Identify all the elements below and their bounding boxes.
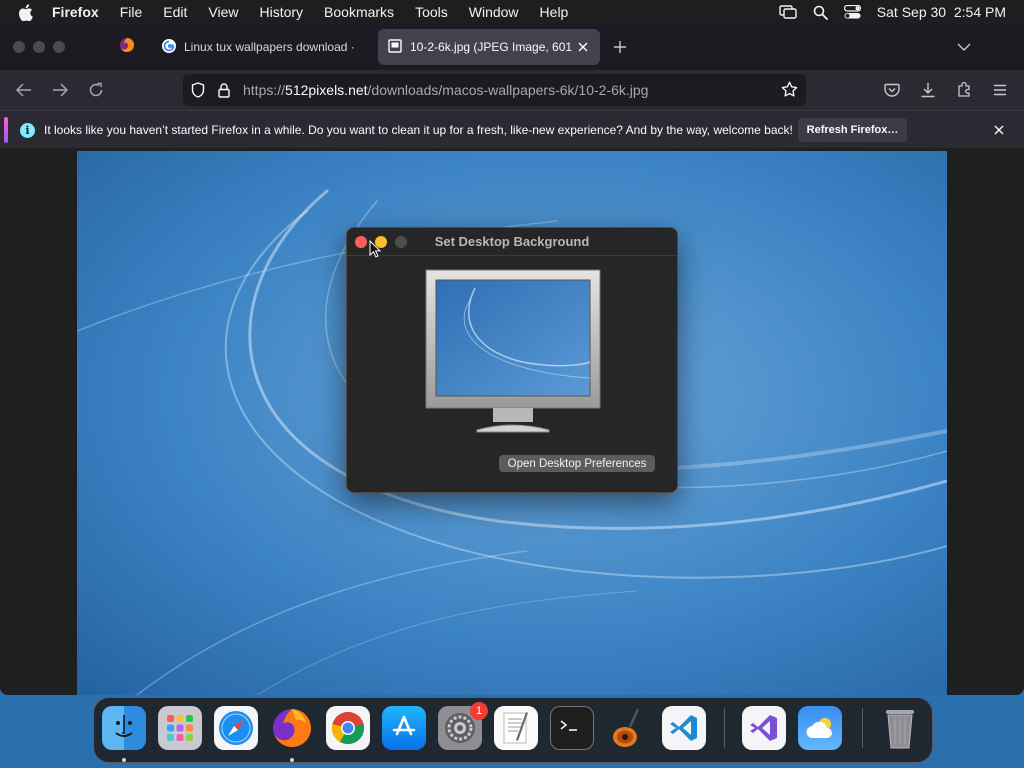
reload-button[interactable] — [86, 80, 106, 100]
notification-accent — [4, 117, 8, 143]
notification-close-button[interactable] — [992, 123, 1006, 137]
monitor-preview — [425, 268, 601, 436]
control-center-icon[interactable] — [843, 5, 861, 19]
tab-linux-wallpapers[interactable]: Linux tux wallpapers download · — [152, 29, 372, 65]
menu-help[interactable]: Help — [540, 4, 569, 20]
tab-bar: Linux tux wallpapers download · 10-2-6k.… — [0, 24, 1024, 70]
apple-icon[interactable] — [18, 3, 34, 21]
textedit-icon[interactable] — [494, 706, 538, 750]
open-desktop-preferences-button[interactable]: Open Desktop Preferences — [499, 455, 655, 472]
dialog-titlebar: Set Desktop Background — [347, 228, 677, 256]
navigation-toolbar: https://512pixels.net/downloads/macos-wa… — [0, 70, 1024, 110]
screen-mirroring-icon[interactable] — [779, 5, 797, 19]
terminal-icon[interactable] — [550, 706, 594, 750]
dialog-title: Set Desktop Background — [434, 234, 590, 249]
reload-icon — [89, 82, 103, 97]
finder-icon[interactable] — [102, 706, 146, 750]
app-menu-button[interactable] — [990, 80, 1010, 100]
forward-button[interactable] — [50, 80, 70, 100]
menu-view[interactable]: View — [208, 4, 238, 20]
downloads-button[interactable] — [918, 80, 938, 100]
pinned-tab[interactable] — [108, 30, 146, 64]
safari-icon[interactable] — [214, 706, 258, 750]
vscode-icon[interactable] — [662, 706, 706, 750]
mouse-cursor-icon — [369, 239, 382, 258]
menu-app-name[interactable]: Firefox — [52, 4, 99, 20]
url-text[interactable]: https://512pixels.net/downloads/macos-wa… — [243, 82, 648, 98]
new-tab-button[interactable] — [610, 37, 630, 57]
hamburger-menu-icon — [994, 84, 1006, 96]
url-host: 512pixels.net — [285, 82, 368, 98]
menu-tools[interactable]: Tools — [415, 4, 448, 20]
notification-message: It looks like you haven’t started Firefo… — [44, 123, 793, 137]
tab-label: Linux tux wallpapers download · — [184, 40, 355, 54]
refresh-firefox-button[interactable]: Refresh Firefox… — [798, 118, 907, 142]
notification-bar: i It looks like you haven’t started Fire… — [0, 110, 1024, 148]
running-indicator — [290, 758, 294, 762]
url-path: /downloads/macos-wallpapers-6k/10-2-6k.j… — [367, 82, 649, 98]
tab-image[interactable]: 10-2-6k.jpg (JPEG Image, 6016 — [378, 29, 600, 65]
dock: 1 — [93, 697, 933, 763]
close-icon — [994, 125, 1004, 135]
menu-bar: Firefox File Edit View History Bookmarks… — [0, 0, 1024, 24]
menu-history[interactable]: History — [259, 4, 303, 20]
firefox-favicon-icon — [119, 37, 135, 58]
menu-window[interactable]: Window — [469, 4, 519, 20]
trash-icon[interactable] — [878, 706, 922, 750]
app-store-icon[interactable] — [382, 706, 426, 750]
set-desktop-background-dialog: Set Desktop Background Open Desktop Pref… — [346, 227, 678, 493]
window-zoom-button[interactable] — [53, 41, 65, 53]
url-scheme: https:// — [243, 82, 286, 98]
spotlight-search-icon[interactable] — [813, 5, 828, 20]
google-icon — [162, 38, 176, 56]
chevron-down-icon — [957, 43, 971, 51]
image-icon — [388, 38, 402, 56]
menu-clock[interactable]: Sat Sep 30 2:54 PM — [877, 4, 1006, 20]
back-button[interactable] — [14, 80, 34, 100]
pocket-icon — [884, 83, 900, 97]
tab-label: 10-2-6k.jpg (JPEG Image, 6016 — [410, 40, 572, 54]
arrow-right-icon — [53, 83, 68, 97]
firefox-icon[interactable] — [270, 706, 314, 750]
system-settings-icon[interactable]: 1 — [438, 702, 488, 750]
list-all-tabs-button[interactable] — [954, 39, 974, 55]
plus-icon — [614, 41, 626, 53]
url-bar[interactable]: https://512pixels.net/downloads/macos-wa… — [183, 74, 806, 106]
tab-close-icon[interactable] — [576, 40, 590, 54]
extensions-button[interactable] — [954, 80, 974, 100]
puzzle-icon — [958, 82, 970, 97]
menu-edit[interactable]: Edit — [163, 4, 187, 20]
window-close-button[interactable] — [13, 41, 25, 53]
notification-badge: 1 — [470, 702, 488, 720]
info-icon: i — [20, 123, 35, 138]
window-minimize-button[interactable] — [33, 41, 45, 53]
lock-icon[interactable] — [215, 81, 233, 99]
dock-separator — [862, 708, 863, 748]
bookmark-star-icon[interactable] — [781, 81, 798, 101]
dock-separator — [724, 708, 725, 748]
weather-icon[interactable] — [798, 706, 842, 750]
visual-studio-icon[interactable] — [742, 706, 786, 750]
running-indicator — [122, 758, 126, 762]
launchpad-icon[interactable] — [158, 706, 202, 750]
menu-file[interactable]: File — [120, 4, 143, 20]
arrow-left-icon — [16, 83, 31, 97]
download-icon — [921, 83, 935, 98]
menu-bookmarks[interactable]: Bookmarks — [324, 4, 394, 20]
garageband-icon[interactable] — [606, 706, 650, 750]
tracking-protection-shield-icon[interactable] — [189, 81, 207, 99]
chrome-icon[interactable] — [326, 706, 370, 750]
pocket-button[interactable] — [882, 80, 902, 100]
